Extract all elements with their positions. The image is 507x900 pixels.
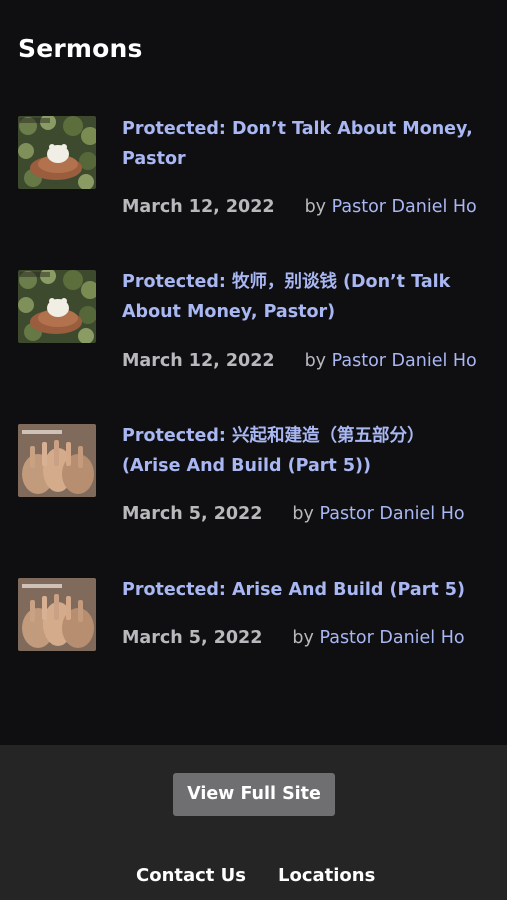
sermon-thumbnail[interactable] xyxy=(18,270,96,343)
footer: View Full Site Contact Us Locations xyxy=(0,745,507,900)
author-link[interactable]: Pastor Daniel Ho xyxy=(332,197,477,217)
sermon-meta: March 5, 2022 by Pastor Daniel Ho xyxy=(122,502,465,526)
by-label: by xyxy=(292,628,314,648)
sermon-date: March 12, 2022 xyxy=(122,197,275,217)
sermon-meta: March 12, 2022 by Pastor Daniel Ho xyxy=(122,195,477,219)
page-title: Sermons xyxy=(18,34,143,63)
sermon-title-link[interactable]: Protected: Don’t Talk About Money, Pasto… xyxy=(122,114,482,174)
sermon-title-link[interactable]: Protected: 牧师，别谈钱 (Don’t Talk About Mone… xyxy=(122,267,482,327)
by-label: by xyxy=(304,351,327,371)
sermon-meta: March 5, 2022 by Pastor Daniel Ho xyxy=(122,626,465,650)
contact-us-link[interactable]: Contact Us xyxy=(136,865,246,886)
by-label: by xyxy=(304,197,327,217)
sermon-meta: March 12, 2022 by Pastor Daniel Ho xyxy=(122,349,477,373)
by-label: by xyxy=(292,504,314,524)
author-link[interactable]: Pastor Daniel Ho xyxy=(319,628,464,648)
sermon-thumbnail[interactable] xyxy=(18,578,96,651)
main-content: Sermons Protected: Don’t Talk About Mone… xyxy=(0,0,507,745)
sermon-thumbnail[interactable] xyxy=(18,116,96,189)
sermon-thumbnail[interactable] xyxy=(18,424,96,497)
view-full-site-button[interactable]: View Full Site xyxy=(173,773,335,816)
sermon-title-link[interactable]: Protected: 兴起和建造（第五部分） (Arise And Build … xyxy=(122,421,482,481)
author-link[interactable]: Pastor Daniel Ho xyxy=(332,351,477,371)
author-link[interactable]: Pastor Daniel Ho xyxy=(319,504,464,524)
sermon-date: March 5, 2022 xyxy=(122,504,263,524)
sermon-date: March 5, 2022 xyxy=(122,628,263,648)
sermon-title-link[interactable]: Protected: Arise And Build (Part 5) xyxy=(122,575,482,605)
sermon-date: March 12, 2022 xyxy=(122,351,275,371)
locations-link[interactable]: Locations xyxy=(278,865,375,886)
